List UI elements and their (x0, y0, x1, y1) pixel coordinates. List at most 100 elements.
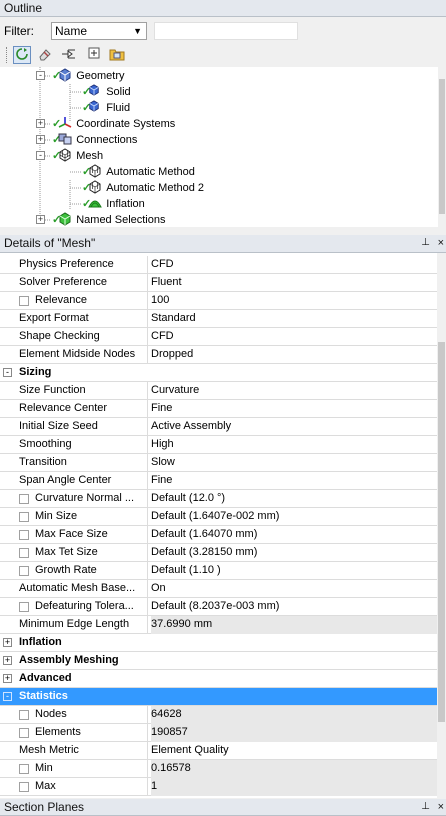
collapse-icon[interactable]: - (3, 368, 12, 377)
group-label: Inflation (19, 636, 62, 648)
parameter-checkbox[interactable] (19, 782, 29, 792)
property-value[interactable]: Fine (151, 472, 437, 490)
property-value[interactable]: Default (12.0 °) (151, 490, 437, 508)
property-row[interactable]: Minimum Edge Length 37.6990 mm (0, 616, 437, 634)
property-value[interactable]: Fine (151, 400, 437, 418)
collapse-icon[interactable]: - (36, 71, 45, 80)
tree-node[interactable]: ✓ Inflation (82, 196, 145, 212)
expand-all-icon[interactable] (85, 46, 103, 64)
tree-node[interactable]: ✓ Geometry (52, 68, 125, 84)
parameter-checkbox[interactable] (19, 710, 29, 720)
property-row[interactable]: Min Size Default (1.6407e-002 mm) (0, 508, 437, 526)
property-row[interactable]: Curvature Normal ... Default (12.0 °) (0, 490, 437, 508)
parameter-checkbox[interactable] (19, 494, 29, 504)
expand-icon[interactable]: + (36, 135, 45, 144)
pin-icon[interactable]: ⊥ (421, 799, 430, 815)
close-icon[interactable]: × (438, 799, 444, 815)
property-row[interactable]: Mesh Metric Element Quality (0, 742, 437, 760)
property-value[interactable]: 100 (151, 292, 437, 310)
group-header-inflation[interactable]: + Inflation (0, 634, 437, 652)
property-row[interactable]: Relevance Center Fine (0, 400, 437, 418)
property-value[interactable]: Default (1.10 ) (151, 562, 437, 580)
property-row[interactable]: Elements 190857 (0, 724, 437, 742)
property-value[interactable]: High (151, 436, 437, 454)
property-row[interactable]: Nodes 64628 (0, 706, 437, 724)
tree-node-label: Geometry (76, 70, 125, 82)
details-scrollbar[interactable] (437, 256, 446, 796)
parameter-checkbox[interactable] (19, 602, 29, 612)
group-header-advanced[interactable]: + Advanced (0, 670, 437, 688)
property-row[interactable]: Element Midside Nodes Dropped (0, 346, 437, 364)
property-row[interactable]: Export Format Standard (0, 310, 437, 328)
property-row[interactable]: Automatic Mesh Base... On (0, 580, 437, 598)
tree-node[interactable]: ✓ Named Selections (52, 212, 166, 227)
refresh-icon[interactable] (13, 46, 31, 64)
tree-node[interactable]: ✓ Solid (82, 84, 131, 100)
property-value[interactable]: CFD (151, 256, 437, 274)
property-row[interactable]: Size Function Curvature (0, 382, 437, 400)
tree-node[interactable]: ✓ Connections (52, 132, 137, 148)
expand-tree-icon[interactable] (60, 46, 78, 64)
property-row[interactable]: Growth Rate Default (1.10 ) (0, 562, 437, 580)
property-value[interactable]: Curvature (151, 382, 437, 400)
group-header-assembly-meshing[interactable]: + Assembly Meshing (0, 652, 437, 670)
pin-icon[interactable]: ⊥ (421, 235, 430, 251)
property-value[interactable]: Default (1.6407e-002 mm) (151, 508, 437, 526)
parameter-checkbox[interactable] (19, 548, 29, 558)
property-row[interactable]: Relevance 100 (0, 292, 437, 310)
property-row[interactable]: Transition Slow (0, 454, 437, 472)
property-row[interactable]: Max 1 (0, 778, 437, 796)
row-gutter (0, 454, 15, 472)
parameter-checkbox[interactable] (19, 296, 29, 306)
expand-icon[interactable]: + (3, 638, 12, 647)
tree-node[interactable]: ✓ Fluid (82, 100, 130, 116)
details-scroll-thumb[interactable] (438, 342, 445, 722)
property-row[interactable]: Physics Preference CFD (0, 256, 437, 274)
expand-icon[interactable]: + (3, 656, 12, 665)
property-row[interactable]: Min 0.16578 (0, 760, 437, 778)
property-value[interactable]: CFD (151, 328, 437, 346)
details-title: Details of "Mesh" (4, 236, 96, 250)
property-row[interactable]: Span Angle Center Fine (0, 472, 437, 490)
property-row[interactable]: Max Tet Size Default (3.28150 mm) (0, 544, 437, 562)
group-header-sizing[interactable]: - Sizing (0, 364, 437, 382)
parameter-checkbox[interactable] (19, 566, 29, 576)
expand-icon[interactable]: + (36, 215, 45, 224)
property-value[interactable]: Default (3.28150 mm) (151, 544, 437, 562)
property-value[interactable]: Element Quality (151, 742, 437, 760)
filter-search-input[interactable] (154, 22, 298, 40)
property-value[interactable]: Standard (151, 310, 437, 328)
parameter-checkbox[interactable] (19, 728, 29, 738)
property-row[interactable]: Max Face Size Default (1.64070 mm) (0, 526, 437, 544)
tree-node[interactable]: ✓ Coordinate Systems (52, 116, 175, 132)
property-value[interactable]: Active Assembly (151, 418, 437, 436)
property-value[interactable]: Slow (151, 454, 437, 472)
folder-icon[interactable] (108, 46, 126, 64)
tree-node[interactable]: ✓ Automatic Method (82, 164, 195, 180)
filter-dropdown[interactable]: Name ▼ (51, 22, 147, 40)
property-value[interactable]: Default (1.64070 mm) (151, 526, 437, 544)
expand-icon[interactable]: + (36, 119, 45, 128)
property-row[interactable]: Shape Checking CFD (0, 328, 437, 346)
collapse-icon[interactable]: - (3, 692, 12, 701)
property-value[interactable]: Default (8.2037e-003 mm) (151, 598, 437, 616)
property-value[interactable]: Dropped (151, 346, 437, 364)
property-row[interactable]: Smoothing High (0, 436, 437, 454)
parameter-checkbox[interactable] (19, 512, 29, 522)
property-row[interactable]: Solver Preference Fluent (0, 274, 437, 292)
property-value[interactable]: On (151, 580, 437, 598)
outline-scrollbar[interactable] (438, 67, 446, 227)
tree-node[interactable]: ✓ Mesh (52, 148, 103, 164)
parameter-checkbox[interactable] (19, 530, 29, 540)
property-row[interactable]: Defeaturing Tolera... Default (8.2037e-00… (0, 598, 437, 616)
tree-node[interactable]: ✓ Automatic Method 2 (82, 180, 204, 196)
outline-scroll-thumb[interactable] (439, 79, 445, 214)
expand-icon[interactable]: + (3, 674, 12, 683)
parameter-checkbox[interactable] (19, 764, 29, 774)
property-value[interactable]: Fluent (151, 274, 437, 292)
property-row[interactable]: Initial Size Seed Active Assembly (0, 418, 437, 436)
group-header-statistics[interactable]: - Statistics (0, 688, 437, 706)
eraser-icon[interactable] (36, 46, 54, 64)
close-icon[interactable]: × (438, 235, 444, 251)
collapse-icon[interactable]: - (36, 151, 45, 160)
